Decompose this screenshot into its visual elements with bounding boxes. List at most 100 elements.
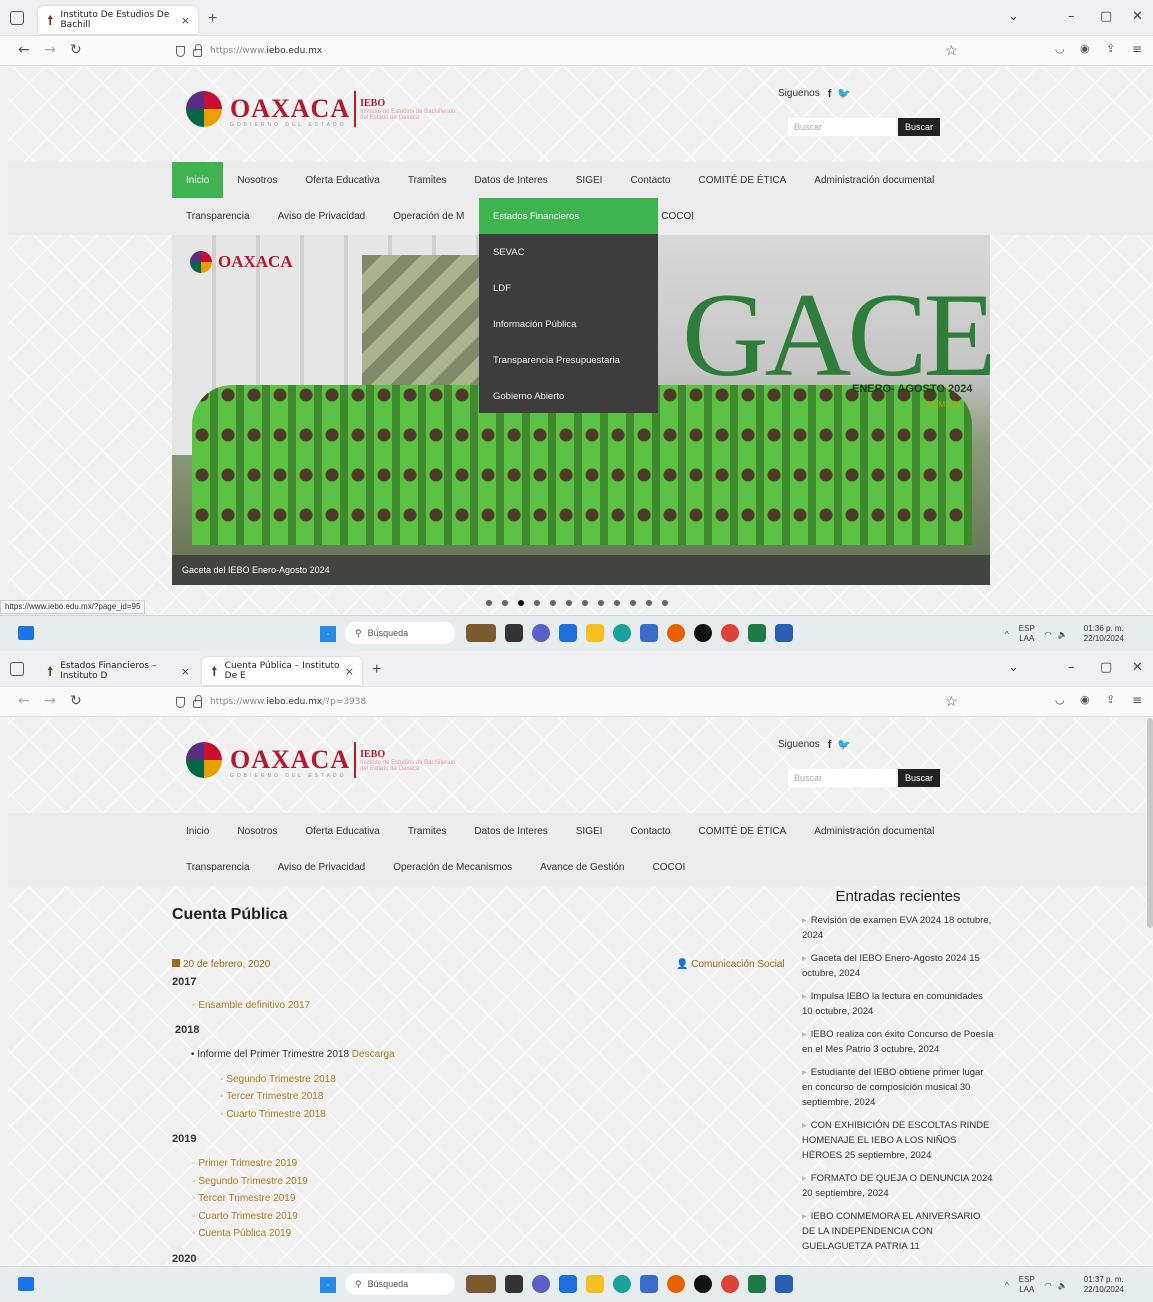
app-icon-firefox[interactable] <box>667 1275 685 1293</box>
back-icon[interactable]: ← <box>18 693 30 709</box>
shield-icon[interactable] <box>176 696 185 708</box>
close-tab-icon[interactable]: × <box>181 14 190 27</box>
app-icon-taskview[interactable] <box>505 624 523 642</box>
recent-post-item[interactable]: ▸ Estudiante del IEBO obtiene primer luga… <box>802 1065 994 1110</box>
recent-post-item[interactable]: ▸ Impulsa IEBO la lectura en comunidades … <box>802 989 994 1019</box>
bookmark-star-icon[interactable]: ☆ <box>945 42 958 59</box>
menu-item-operacion[interactable]: Operación de Mecanismos <box>379 849 526 885</box>
menu-item-avance[interactable]: Avance de Gestión <box>526 849 638 885</box>
app-icon-explorer[interactable] <box>586 624 604 642</box>
recent-post-item[interactable]: ▸ CON EXHIBICIÓN DE ESCOLTAS RINDE HOMENA… <box>802 1118 994 1163</box>
menu-item-operacion[interactable]: Operación de M <box>379 198 468 234</box>
app-icon-word[interactable] <box>775 624 793 642</box>
windows-start-icon[interactable] <box>320 1277 336 1293</box>
menu-item-tramites[interactable]: Tramites <box>394 813 461 849</box>
close-tab-icon[interactable]: × <box>181 665 190 678</box>
minimize-icon[interactable]: – <box>1068 660 1075 675</box>
pocket-icon[interactable]: ◡ <box>1055 693 1065 706</box>
dropdown-item-ldf[interactable]: LDF <box>479 270 658 306</box>
menu-item-sigei[interactable]: SIGEI <box>562 162 617 198</box>
recent-post-item[interactable]: ▸ Gaceta del IEBO Enero-Agosto 2024 15 oc… <box>802 951 994 981</box>
link-cuarto-2018[interactable]: Cuarto Trimestre 2018 <box>220 1109 326 1120</box>
slider-dot[interactable] <box>582 600 588 606</box>
link-ensamble-2017[interactable]: Ensamble definitivo 2017 <box>192 1000 310 1011</box>
chevron-up-icon[interactable]: ^ <box>1005 630 1009 639</box>
clock[interactable]: 01:37 p. m. 22/10/2024 <box>1084 1275 1124 1295</box>
menu-item-oferta[interactable]: Oferta Educativa <box>291 813 393 849</box>
slider-dot[interactable] <box>630 600 636 606</box>
menu-item-oferta[interactable]: Oferta Educativa <box>291 162 393 198</box>
post-date[interactable]: 20 de febrero, 2020 <box>172 959 270 970</box>
dropdown-item-gobierno-abierto[interactable]: Gobierno Abierto <box>479 378 658 414</box>
close-window-icon[interactable]: ✕ <box>1132 9 1143 24</box>
menu-item-comite[interactable]: COMITÉ DE ÉTICA <box>684 813 800 849</box>
search-input[interactable]: Buscar <box>788 118 896 136</box>
menu-item-nosotros[interactable]: Nosotros <box>223 813 291 849</box>
menu-item-comite[interactable]: COMITÉ DE ÉTICA <box>684 162 800 198</box>
chevron-down-icon[interactable]: ⌄ <box>1008 9 1019 24</box>
slider-dot[interactable] <box>486 600 492 606</box>
maximize-icon[interactable]: ▢ <box>1100 660 1112 675</box>
reload-icon[interactable]: ↻ <box>70 693 82 709</box>
tab-estados-financieros[interactable]: Estados Financieros – Instituto D × <box>38 657 198 685</box>
language-indicator[interactable]: ESP LAA <box>1019 1275 1035 1295</box>
link-segundo-2019[interactable]: Segundo Trimestre 2019 <box>192 1176 308 1187</box>
menu-icon[interactable]: ≡ <box>1132 42 1142 56</box>
menu-icon[interactable]: ≡ <box>1132 693 1142 707</box>
app-icon-calculator[interactable] <box>640 624 658 642</box>
volume-icon[interactable]: 🔈 <box>1058 1281 1068 1290</box>
menu-item-datos[interactable]: Datos de Interes <box>460 162 561 198</box>
facebook-icon[interactable]: f <box>828 88 832 100</box>
slider-dot[interactable] <box>662 600 668 606</box>
slider-dot[interactable] <box>598 600 604 606</box>
widgets-icon[interactable] <box>18 1277 34 1291</box>
slider-dot[interactable] <box>550 600 556 606</box>
app-icon-explorer[interactable] <box>586 1275 604 1293</box>
menu-item-cocoi[interactable]: COCOI <box>639 849 700 885</box>
tab-list-icon[interactable] <box>10 11 24 25</box>
oaxaca-logo[interactable]: OAXACA GOBIERNO DEL ESTADO IEBO Institut… <box>186 742 456 779</box>
account-icon[interactable]: ◉ <box>1080 693 1090 706</box>
menu-item-transparencia[interactable]: Transparencia <box>172 849 264 885</box>
app-icon-excel[interactable] <box>748 1275 766 1293</box>
scrollbar[interactable] <box>1147 718 1153 928</box>
slider-dot[interactable] <box>646 600 652 606</box>
app-icon-wildlife[interactable] <box>466 624 496 642</box>
widgets-icon[interactable] <box>18 626 34 640</box>
slider-dot[interactable] <box>614 600 620 606</box>
link-descarga[interactable]: Descarga <box>352 1049 395 1060</box>
app-icon-chrome[interactable] <box>721 624 739 642</box>
menu-item-datos[interactable]: Datos de Interes <box>460 813 561 849</box>
menu-item-sigei[interactable]: SIGEI <box>562 813 617 849</box>
app-icon-calculator[interactable] <box>640 1275 658 1293</box>
link-cuenta-2019[interactable]: Cuenta Pública 2019 <box>192 1228 291 1239</box>
app-icon-chrome[interactable] <box>721 1275 739 1293</box>
lock-icon[interactable] <box>193 44 202 57</box>
wifi-icon[interactable]: ◠ <box>1045 630 1052 639</box>
account-icon[interactable]: ◉ <box>1080 42 1090 55</box>
facebook-icon[interactable]: f <box>828 739 832 751</box>
app-icon-store[interactable] <box>559 1275 577 1293</box>
menu-item-inicio[interactable]: Inicio <box>172 813 223 849</box>
language-indicator[interactable]: ESP LAA <box>1019 624 1035 644</box>
slider-dot[interactable] <box>566 600 572 606</box>
tab-cuenta-publica[interactable]: Cuenta Pública – Instituto De E × <box>202 657 362 685</box>
clock[interactable]: 01:36 p. m. 22/10/2024 <box>1084 624 1124 644</box>
recent-post-item[interactable]: ▸ FORMATO DE QUEJA O DENUNCIA 2024 20 sep… <box>802 1171 994 1201</box>
app-icon-chat[interactable] <box>532 624 550 642</box>
app-icon-firefox[interactable] <box>667 624 685 642</box>
post-author[interactable]: 👤 Comunicación Social <box>676 959 785 970</box>
volume-icon[interactable]: 🔈 <box>1058 630 1068 639</box>
chevron-down-icon[interactable]: ⌄ <box>1008 660 1019 675</box>
menu-item-administracion[interactable]: Administración documental <box>800 813 948 849</box>
tab-instituto[interactable]: Instituto De Estudios De Bachill × <box>38 6 198 34</box>
menu-item-aviso[interactable]: Aviso de Privacidad <box>264 849 380 885</box>
close-tab-icon[interactable]: × <box>345 665 354 678</box>
new-tab-icon[interactable]: + <box>372 661 381 679</box>
extensions-icon[interactable]: ⇪ <box>1106 42 1115 55</box>
close-window-icon[interactable]: ✕ <box>1132 660 1143 675</box>
bookmark-star-icon[interactable]: ☆ <box>945 693 958 710</box>
taskbar-search[interactable]: ⚲ Búsqueda <box>345 1273 455 1295</box>
tab-list-icon[interactable] <box>10 662 24 676</box>
recent-post-item[interactable]: ▸ Revisión de examen EVA 2024 18 octubre,… <box>802 913 994 943</box>
